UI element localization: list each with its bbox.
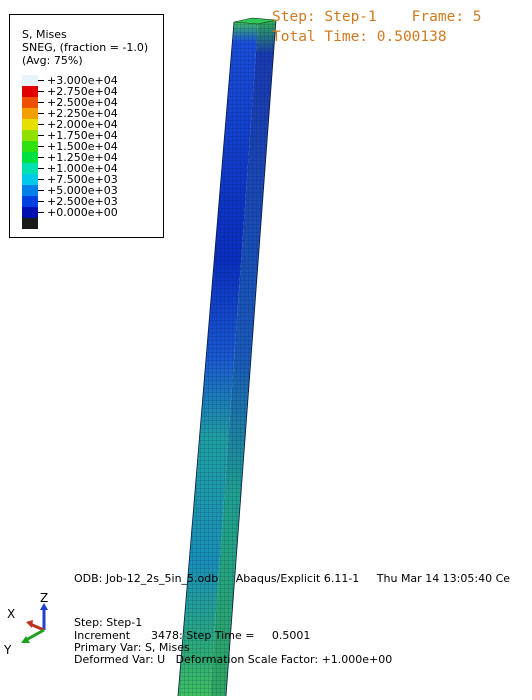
legend-tick: [38, 146, 44, 147]
legend-swatch: [22, 119, 38, 130]
deformed-var-info: Deformed Var: U Deformation Scale Factor…: [74, 653, 393, 666]
legend-swatch: [22, 218, 38, 229]
legend-averaging: (Avg: 75%): [22, 54, 83, 67]
legend-tick: [38, 168, 44, 169]
legend-subtitle: SNEG, (fraction = -1.0): [22, 41, 149, 54]
legend-swatch: [22, 152, 38, 163]
legend-swatch: [22, 141, 38, 152]
legend-swatch: [22, 75, 38, 86]
legend-tick: [38, 135, 44, 136]
legend-swatch: [22, 163, 38, 174]
legend-tick: [38, 102, 44, 103]
legend-tick: [38, 80, 44, 81]
legend-swatch: [22, 185, 38, 196]
triad-z-label: Z: [40, 591, 48, 605]
legend-tick: [38, 113, 44, 114]
legend-swatch: [22, 207, 38, 218]
step-frame-label: Step: Step-1 Frame: 5: [272, 9, 482, 25]
legend-tick: [38, 212, 44, 213]
odb-info-line: ODB: Job-12_2s_5in_5.odb Abaqus/Explicit…: [74, 572, 511, 585]
legend-swatch: [22, 86, 38, 97]
legend-value-label: +0.000e+00: [47, 206, 118, 219]
legend-tick: [38, 91, 44, 92]
total-time-label: Total Time: 0.500138: [272, 29, 447, 45]
legend-tick: [38, 157, 44, 158]
triad-y-label: Y: [4, 643, 12, 657]
legend-swatch: [22, 97, 38, 108]
triad-y-axis-icon: [25, 628, 45, 642]
legend-tick: [38, 124, 44, 125]
step-info: Step: Step-1: [74, 616, 143, 629]
legend-title: S, Mises: [22, 28, 67, 41]
legend-swatch: [22, 174, 38, 185]
legend-swatch: [22, 130, 38, 141]
axis-triad: X Z Y: [4, 591, 48, 657]
legend-swatch: [22, 108, 38, 119]
legend-tick: [38, 190, 44, 191]
contour-legend: S, Mises SNEG, (fraction = -1.0) (Avg: 7…: [9, 14, 164, 238]
triad-x-label: X: [7, 607, 15, 621]
legend-tick: [38, 179, 44, 180]
legend-tick: [38, 201, 44, 202]
legend-swatch: [22, 196, 38, 207]
